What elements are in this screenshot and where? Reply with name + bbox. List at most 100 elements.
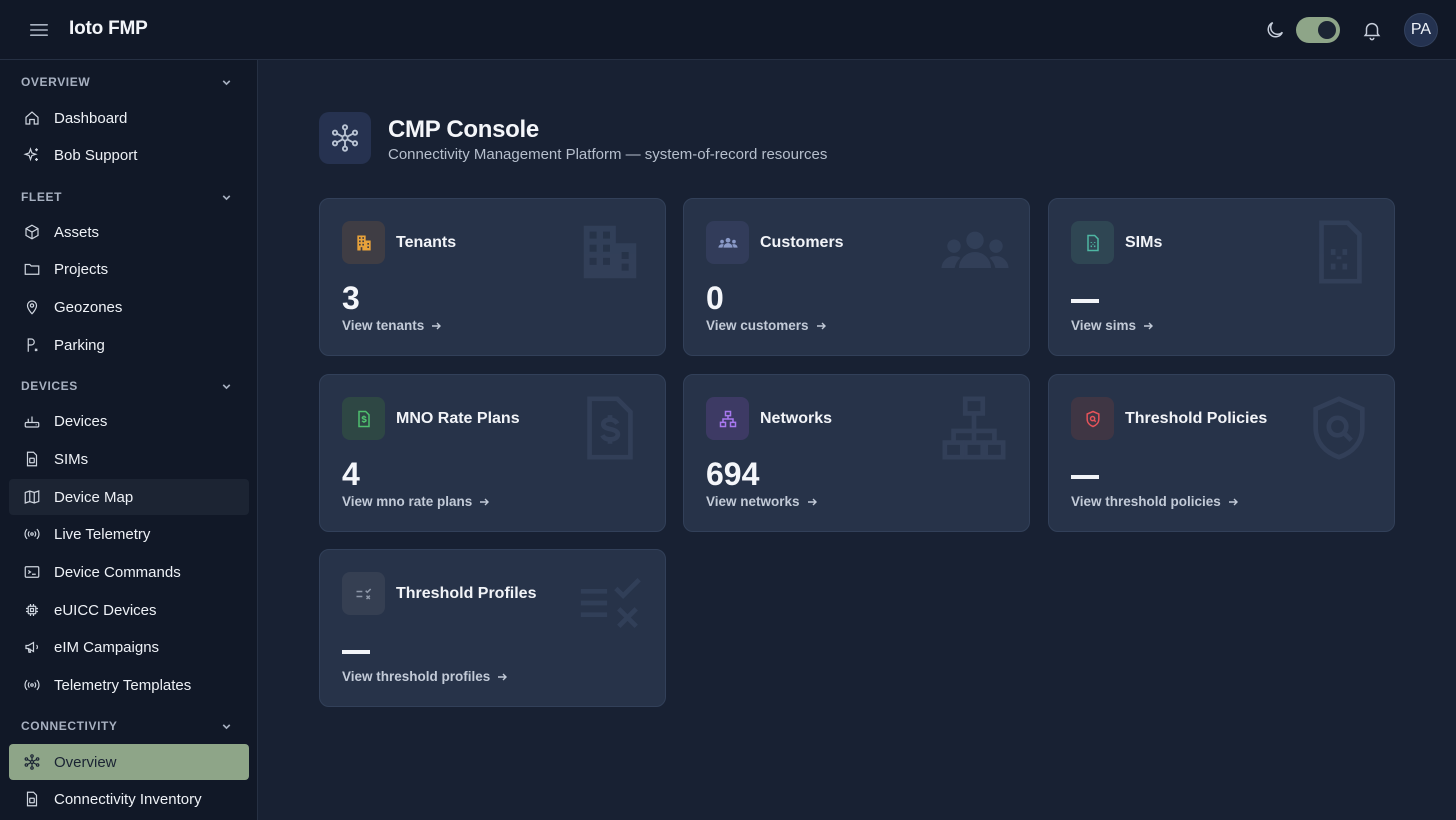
network-icon [24, 754, 40, 770]
card-threshold-policies[interactable]: Threshold Policies View threshold polici… [1048, 374, 1395, 532]
card-link-label: View networks [706, 494, 800, 509]
invoice-dollar-icon [587, 396, 633, 460]
sidebar-item-dashboard[interactable]: Dashboard [9, 100, 249, 136]
sidebar-item-live-telemetry[interactable]: Live Telemetry [9, 516, 249, 552]
sidebar-item-connectivity-inventory[interactable]: Connectivity Inventory [9, 781, 249, 817]
invoice-dollar-icon [357, 410, 370, 427]
broadcast-icon [24, 528, 40, 540]
card-customers[interactable]: Customers 0 View customers [683, 198, 1030, 356]
broadcast-icon [24, 679, 40, 691]
section-connectivity[interactable]: CONNECTIVITY [0, 714, 257, 738]
card-link[interactable]: View threshold policies [1071, 494, 1239, 509]
card-badge [342, 221, 385, 264]
card-badge [1071, 221, 1114, 264]
parking-icon [27, 338, 38, 352]
arrow-right-icon [480, 498, 490, 505]
card-value-empty [1071, 299, 1099, 303]
card-title: Threshold Profiles [396, 585, 537, 602]
card-link[interactable]: View tenants [342, 318, 442, 333]
sidebar-item-sims[interactable]: SIMs [9, 441, 249, 477]
moon-icon[interactable] [1264, 19, 1286, 41]
sidebar-item-label: Bob Support [54, 146, 138, 164]
card-tenants[interactable]: Tenants 3 View tenants [319, 198, 666, 356]
bell-icon[interactable] [1361, 19, 1383, 41]
users-icon [717, 237, 738, 248]
card-link[interactable]: View threshold profiles [342, 669, 508, 684]
card-title: Threshold Policies [1125, 410, 1268, 427]
sidebar-item-bob-support[interactable]: Bob Support [9, 137, 249, 173]
sim-icon [1319, 220, 1362, 284]
arrow-right-icon [1144, 322, 1154, 329]
sidebar-item-connectivity-overview[interactable]: Overview [9, 744, 249, 780]
menu-toggle-button[interactable] [27, 20, 51, 40]
top-bar: Ioto FMP PA [0, 0, 1456, 60]
card-value: 0 [706, 280, 724, 316]
sidebar-item-label: Assets [54, 223, 100, 241]
map-pin-icon [26, 300, 38, 315]
avatar[interactable]: PA [1404, 13, 1438, 47]
sidebar-item-label: Live Telemetry [54, 525, 151, 543]
sidebar-item-eim-campaigns[interactable]: eIM Campaigns [9, 629, 249, 665]
sim-icon [26, 451, 38, 467]
section-overview[interactable]: OVERVIEW [0, 70, 257, 94]
card-link-label: View customers [706, 318, 809, 333]
card-link-label: View sims [1071, 318, 1137, 333]
card-sims[interactable]: SIMs View sims [1048, 198, 1395, 356]
section-label: CONNECTIVITY [21, 719, 118, 733]
section-devices[interactable]: DEVICES [0, 374, 257, 398]
cube-icon [25, 224, 39, 240]
shield-search-icon [1085, 410, 1100, 427]
network-icon [331, 124, 359, 152]
sidebar-item-devices[interactable]: Devices [9, 403, 249, 439]
users-icon [941, 231, 1009, 269]
sidebar-item-label: Devices [54, 412, 108, 430]
theme-toggle[interactable] [1296, 17, 1340, 43]
card-link[interactable]: View sims [1071, 318, 1154, 333]
card-badge [342, 397, 385, 440]
card-title: Networks [760, 410, 833, 427]
list-check-icon [356, 587, 371, 600]
sidebar-item-label: Device Map [54, 488, 134, 506]
folder-icon [24, 263, 40, 275]
chevron-down-icon [222, 80, 231, 86]
sidebar-item-label: Connectivity Inventory [54, 790, 202, 808]
card-value: 694 [706, 456, 760, 492]
card-value: 3 [342, 280, 360, 316]
sidebar-item-device-commands[interactable]: Device Commands [9, 554, 249, 590]
page-title: CMP Console [388, 116, 539, 143]
map-icon [24, 490, 40, 504]
section-label: DEVICES [21, 379, 78, 393]
card-badge [1071, 397, 1114, 440]
card-mno-rate-plans[interactable]: MNO Rate Plans 4 View mno rate plans [319, 374, 666, 532]
chevron-down-icon [222, 724, 231, 730]
sparkles-icon [23, 147, 38, 162]
sidebar-item-label: Telemetry Templates [54, 676, 192, 694]
shield-search-icon [1313, 396, 1365, 460]
sidebar-item-device-map[interactable]: Device Map [9, 479, 249, 515]
terminal-icon [24, 566, 40, 578]
page-header-icon [319, 112, 371, 164]
card-link-label: View mno rate plans [342, 494, 473, 509]
sidebar-item-geozones[interactable]: Geozones [9, 289, 249, 325]
card-networks[interactable]: Networks 694 View networks [683, 374, 1030, 532]
card-value-empty [342, 650, 370, 654]
card-link-label: View tenants [342, 318, 425, 333]
sidebar-item-assets[interactable]: Assets [9, 214, 249, 250]
sim-icon [1086, 234, 1099, 251]
section-label: OVERVIEW [21, 75, 91, 89]
sidebar-item-label: Parking [54, 336, 105, 354]
sidebar-item-label: Dashboard [54, 109, 128, 127]
building-icon [356, 235, 371, 250]
hamburger-icon [30, 24, 48, 36]
card-link[interactable]: View mno rate plans [342, 494, 490, 509]
card-link[interactable]: View networks [706, 494, 818, 509]
sidebar-item-telemetry-templates[interactable]: Telemetry Templates [9, 667, 249, 703]
card-link[interactable]: View customers [706, 318, 827, 333]
sidebar-item-projects[interactable]: Projects [9, 251, 249, 287]
card-badge [706, 397, 749, 440]
card-threshold-profiles[interactable]: Threshold Profiles View threshold profil… [319, 549, 666, 707]
sidebar-item-parking[interactable]: Parking [9, 327, 249, 363]
card-title: SIMs [1125, 234, 1163, 251]
section-fleet[interactable]: FLEET [0, 185, 257, 209]
sidebar-item-euicc-devices[interactable]: eUICC Devices [9, 592, 249, 628]
